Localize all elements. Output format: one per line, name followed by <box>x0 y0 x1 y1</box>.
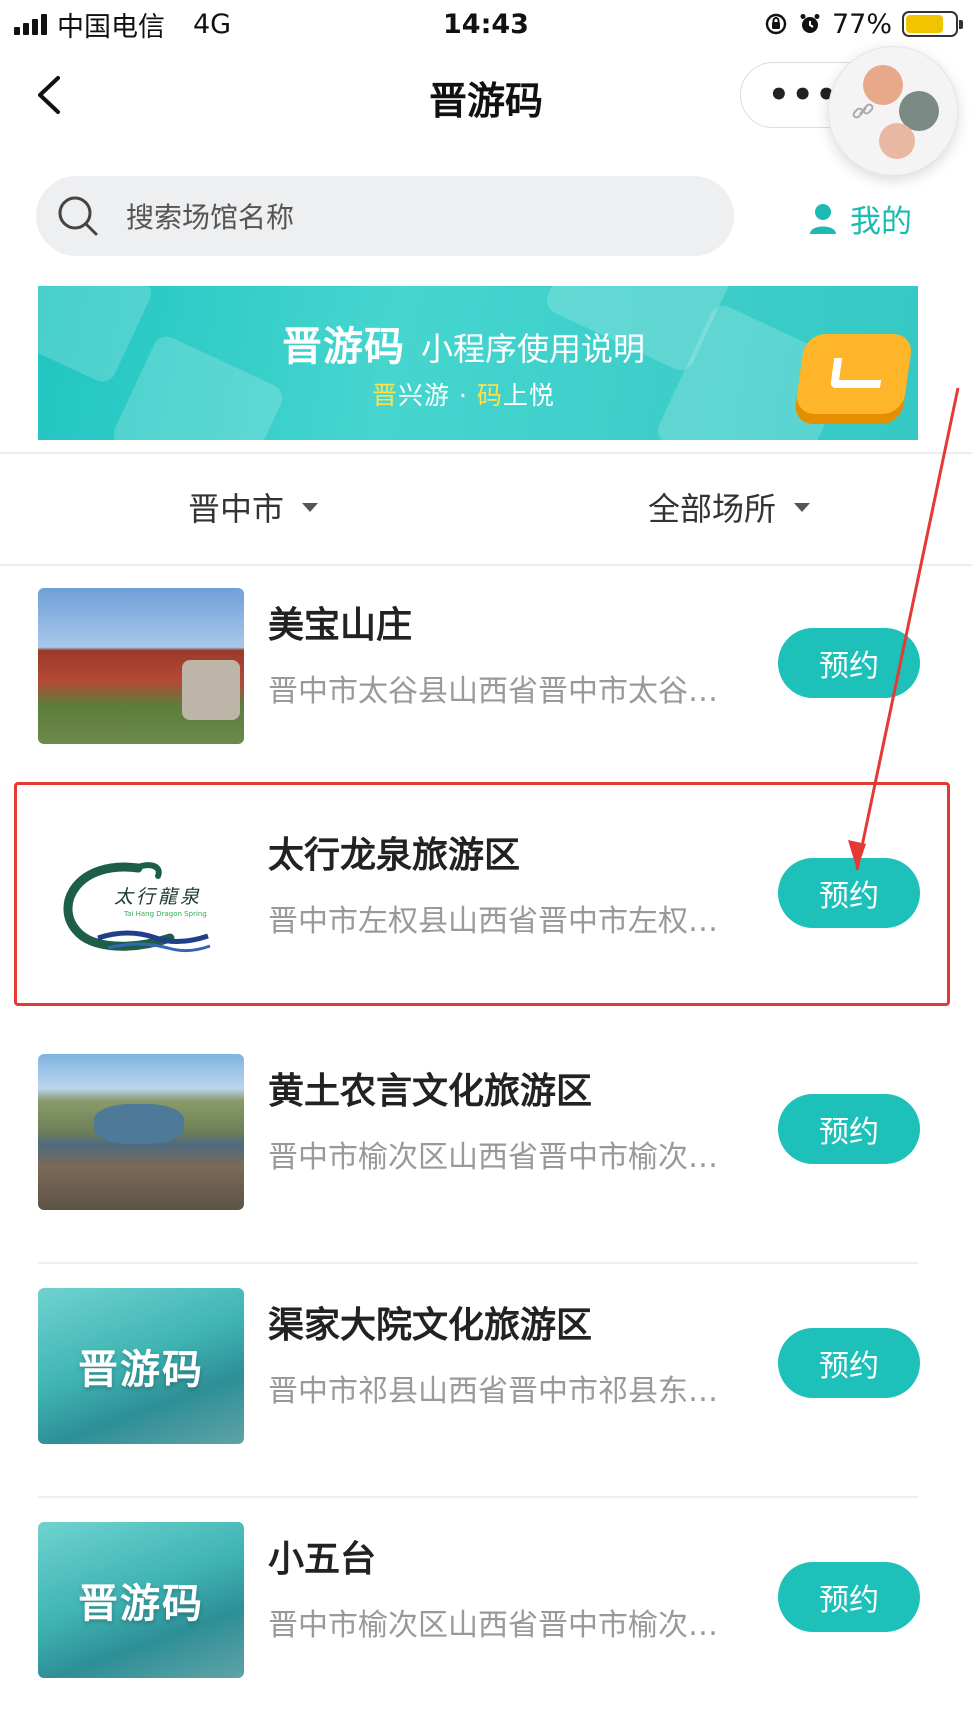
venue-name: 小五台 <box>268 1539 377 1580</box>
slogan-part-d: 上悦 <box>502 381 555 410</box>
placeholder-logo-text: 晋游码 <box>78 1581 204 1627</box>
logo-subtext: Tai Hang Dragon Spring <box>124 910 207 918</box>
section-divider <box>0 452 972 454</box>
venue-item[interactable]: 美宝山庄 晋中市太谷县山西省晋中市太谷… 预约 <box>0 568 972 798</box>
banner-desc: 小程序使用说明 <box>421 330 646 368</box>
book-button[interactable]: 预约 <box>778 1328 920 1398</box>
caret-down-icon <box>794 502 811 512</box>
search-input[interactable]: 搜索场馆名称 <box>36 176 734 256</box>
venue-item[interactable]: 太行龍泉 Tai Hang Dragon Spring 太行龙泉旅游区 晋中市左… <box>0 798 972 1028</box>
category-filter-label: 全部场所 <box>648 490 777 528</box>
banner-slogan: 晋兴游 · 码上悦 <box>372 376 555 412</box>
slogan-part-b: 兴游 · <box>398 381 477 410</box>
status-right: 77% <box>764 8 963 40</box>
shortcut-thumb-3 <box>879 123 915 159</box>
filter-divider <box>0 564 972 566</box>
mine-button[interactable]: 我的 <box>808 196 912 241</box>
venue-name: 美宝山庄 <box>268 605 413 646</box>
city-filter-label: 晋中市 <box>188 490 285 528</box>
venue-item[interactable]: 黄土农言文化旅游区 晋中市榆次区山西省晋中市榆次… 预约 <box>0 1034 972 1264</box>
guide-3d-icon <box>794 334 914 414</box>
book-button[interactable]: 预约 <box>778 628 920 698</box>
caret-down-icon <box>302 502 319 512</box>
mini-program-page: 中国电信 4G 14:43 77% 晋游码 ••• 搜索场馆名称 我的 晋游码 … <box>0 0 972 1728</box>
book-button[interactable]: 预约 <box>778 1562 920 1632</box>
battery-percent: 77% <box>831 8 892 40</box>
venue-name: 渠家大院文化旅游区 <box>268 1305 593 1346</box>
row-separator <box>38 1496 918 1498</box>
slogan-part-a: 晋 <box>372 381 399 410</box>
slogan-part-c: 码 <box>476 381 503 410</box>
network-label: 4G <box>193 8 232 40</box>
mine-label: 我的 <box>850 204 912 240</box>
venue-item[interactable]: 晋游码 小五台 晋中市榆次区山西省晋中市榆次… 预约 <box>0 1502 972 1728</box>
logo-text: 太行龍泉 <box>114 886 203 908</box>
venue-address: 晋中市左权县山西省晋中市左权… <box>268 904 718 939</box>
venue-thumbnail: 晋游码 <box>38 1522 244 1678</box>
book-button[interactable]: 预约 <box>778 858 920 928</box>
status-left: 中国电信 4G <box>14 5 764 44</box>
usage-guide-banner[interactable]: 晋游码 小程序使用说明 晋兴游 · 码上悦 <box>38 286 918 440</box>
alarm-icon <box>800 14 820 33</box>
link-icon <box>852 103 874 119</box>
venue-thumbnail <box>38 1054 244 1210</box>
venue-name: 太行龙泉旅游区 <box>268 835 521 876</box>
banner-brand: 晋游码 <box>282 324 405 370</box>
placeholder-logo-text: 晋游码 <box>78 1347 204 1393</box>
city-filter-dropdown[interactable]: 晋中市 <box>188 484 319 530</box>
chevron-left-icon <box>38 76 60 114</box>
user-icon <box>810 203 836 234</box>
venue-item[interactable]: 晋游码 渠家大院文化旅游区 晋中市祁县山西省晋中市祁县东… 预约 <box>0 1268 972 1498</box>
venue-thumbnail: 太行龍泉 Tai Hang Dragon Spring <box>38 854 244 966</box>
signal-icon <box>14 13 47 35</box>
carrier-label: 中国电信 <box>57 11 165 43</box>
venue-address: 晋中市太谷县山西省晋中市太谷… <box>268 674 718 709</box>
search-placeholder: 搜索场馆名称 <box>126 201 295 234</box>
venue-thumbnail <box>38 588 244 744</box>
venue-address: 晋中市祁县山西省晋中市祁县东… <box>268 1374 718 1409</box>
rock-shape <box>182 660 240 720</box>
book-button[interactable]: 预约 <box>778 1094 920 1164</box>
search-icon <box>58 196 98 236</box>
category-filter-dropdown[interactable]: 全部场所 <box>648 484 811 530</box>
banner-title: 晋游码 小程序使用说明 <box>282 314 645 372</box>
floating-shortcut-avatar[interactable] <box>828 46 958 176</box>
venue-address: 晋中市榆次区山西省晋中市榆次… <box>268 1608 718 1643</box>
banner-deco-2 <box>109 332 287 440</box>
row-separator <box>38 1262 918 1264</box>
pond-shape <box>94 1104 184 1144</box>
banner-deco-1 <box>38 286 156 387</box>
navigation-bar: 晋游码 ••• <box>0 52 972 140</box>
status-bar: 中国电信 4G 14:43 77% <box>0 0 972 48</box>
rotation-lock-icon <box>765 13 787 35</box>
venue-thumbnail: 晋游码 <box>38 1288 244 1444</box>
venue-address: 晋中市榆次区山西省晋中市榆次… <box>268 1140 718 1175</box>
back-button[interactable] <box>30 72 70 118</box>
venue-name: 黄土农言文化旅游区 <box>268 1071 593 1112</box>
battery-icon <box>902 11 963 37</box>
